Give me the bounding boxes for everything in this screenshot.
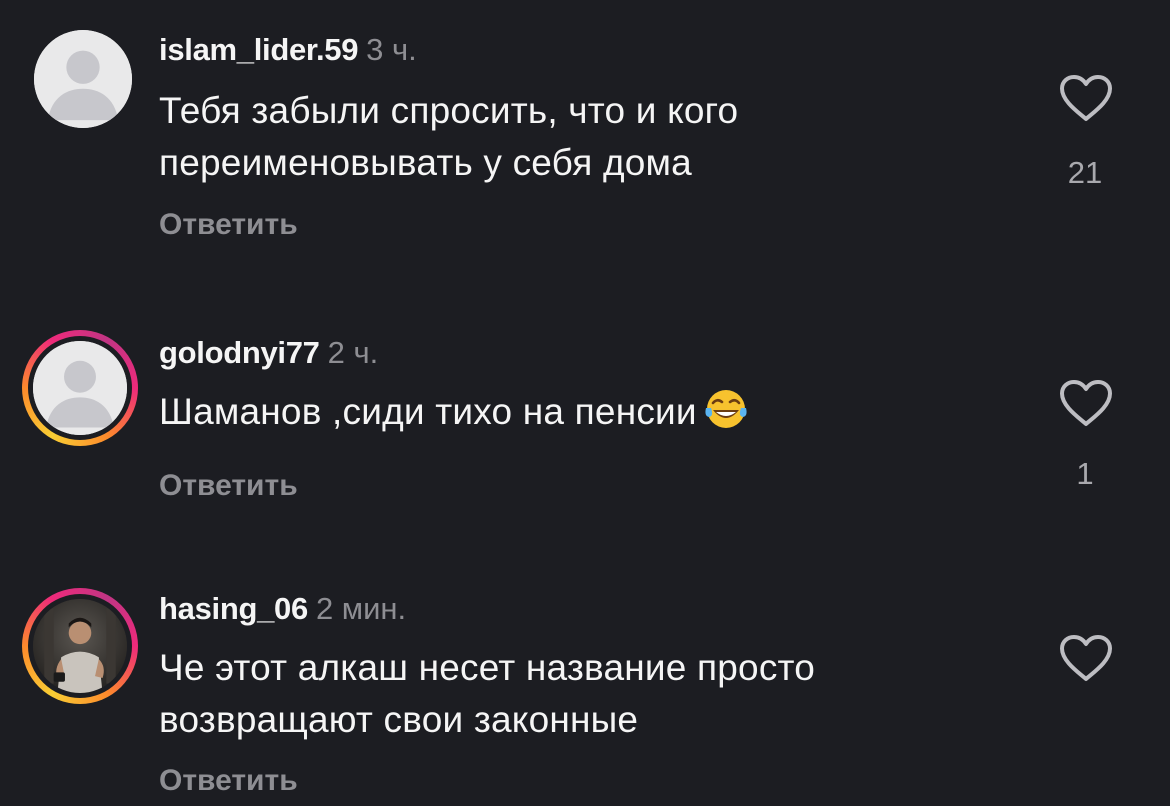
heart-icon bbox=[1060, 75, 1112, 121]
reply-button[interactable]: Ответить bbox=[159, 763, 298, 799]
profile-photo bbox=[33, 599, 127, 693]
avatar[interactable] bbox=[22, 330, 138, 446]
reply-button[interactable]: Ответить bbox=[159, 468, 298, 504]
comment-meta: hasing_06 2 мин. bbox=[159, 591, 406, 627]
face-with-tears-of-joy-icon bbox=[703, 386, 749, 432]
like-button[interactable] bbox=[1058, 73, 1114, 123]
timestamp: 2 ч. bbox=[327, 335, 379, 370]
comment-meta: islam_lider.59 3 ч. bbox=[159, 32, 417, 68]
like-button[interactable] bbox=[1058, 378, 1114, 428]
avatar[interactable] bbox=[22, 588, 138, 704]
avatar[interactable] bbox=[34, 30, 132, 128]
comment-meta: golodnyi77 2 ч. bbox=[159, 335, 378, 371]
reply-button[interactable]: Ответить bbox=[159, 207, 298, 243]
default-avatar-icon bbox=[34, 30, 132, 128]
timestamp: 3 ч. bbox=[366, 32, 417, 67]
comment-text: Тебя забыли спросить, что и кого переиме… bbox=[159, 90, 739, 183]
comments-list: islam_lider.59 3 ч. Тебя забыли спросить,… bbox=[0, 0, 1170, 806]
comment-text: Че этот алкаш несет название просто возв… bbox=[159, 647, 816, 740]
timestamp: 2 мин. bbox=[315, 591, 407, 626]
like-count: 21 bbox=[1067, 155, 1103, 190]
default-avatar-icon bbox=[33, 341, 127, 435]
username[interactable]: golodnyi77 bbox=[159, 335, 320, 370]
like-count: 1 bbox=[1076, 456, 1094, 491]
comment-text: Шаманов ,сиди тихо на пенсии bbox=[159, 386, 1009, 438]
heart-icon bbox=[1060, 635, 1112, 681]
like-button[interactable] bbox=[1058, 633, 1114, 683]
heart-icon bbox=[1060, 380, 1112, 426]
username[interactable]: islam_lider.59 bbox=[159, 32, 358, 67]
username[interactable]: hasing_06 bbox=[159, 591, 308, 626]
comment-text-content: Шаманов ,сиди тихо на пенсии bbox=[159, 391, 697, 432]
